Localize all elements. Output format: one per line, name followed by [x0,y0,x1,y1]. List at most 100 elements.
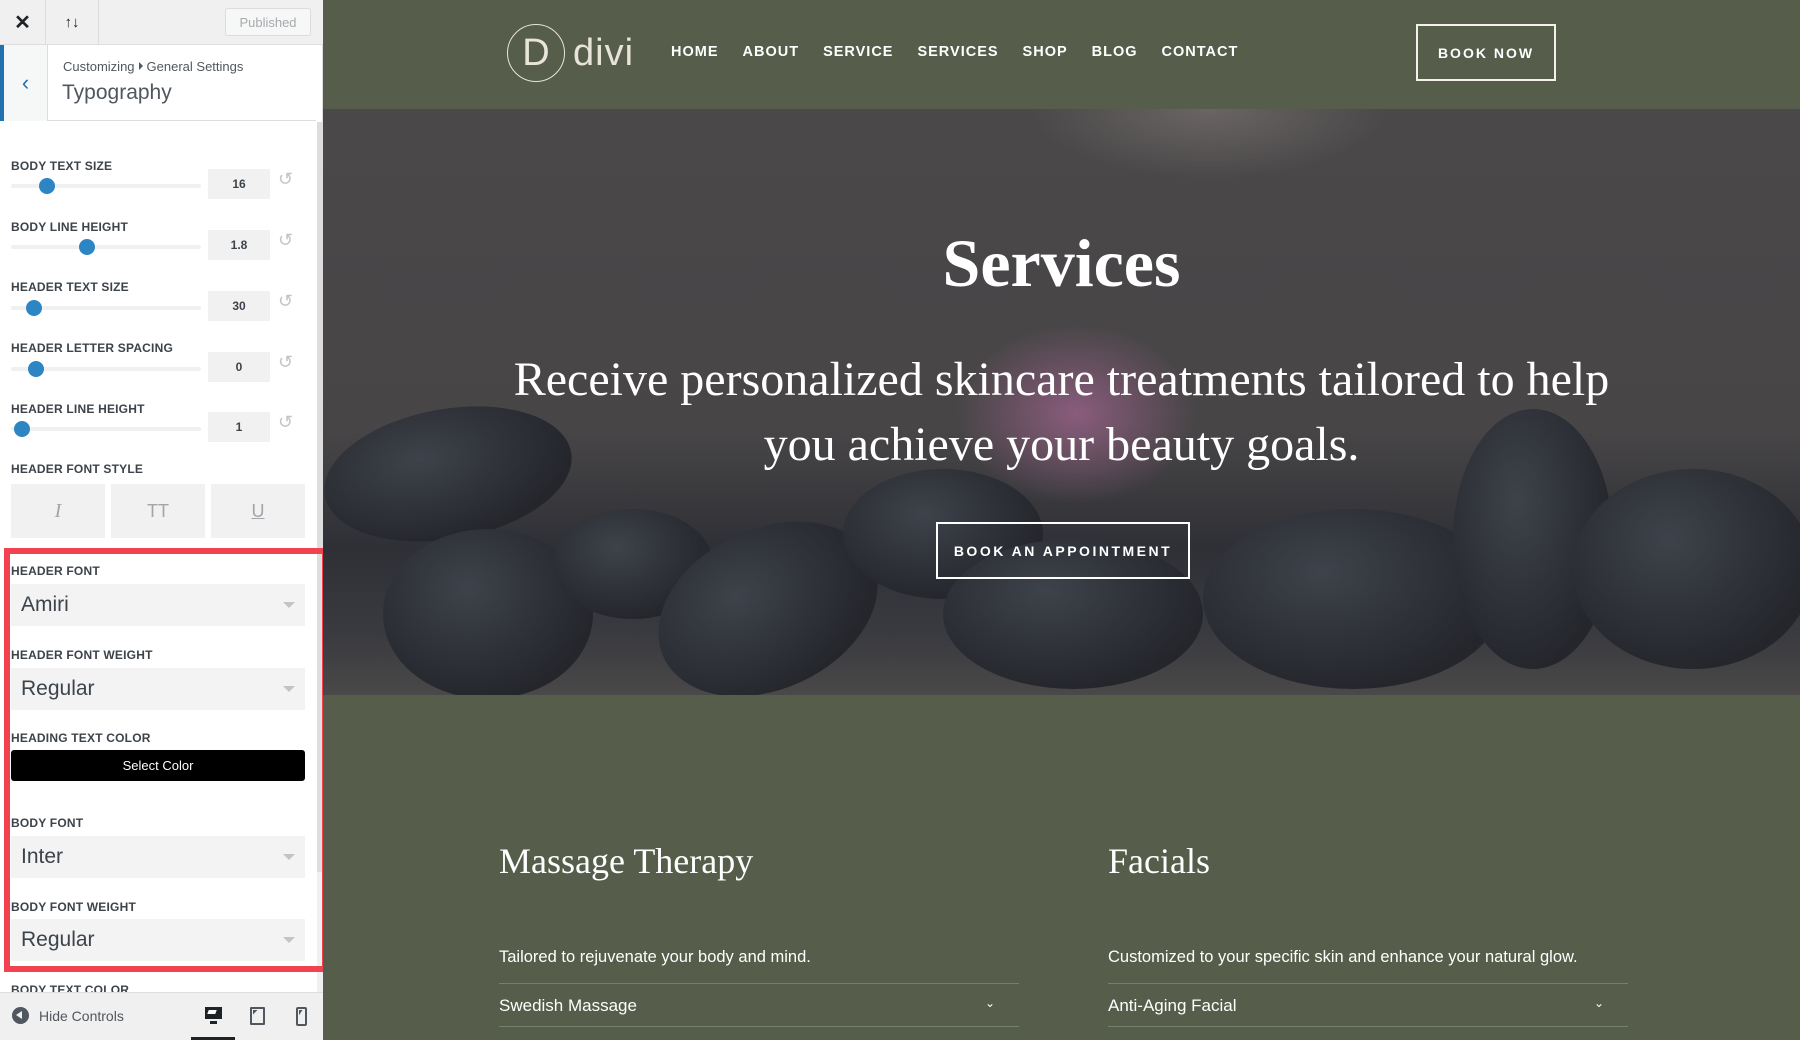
body-text-size-input[interactable]: 16 [208,169,270,199]
header-font-label: Header Font [11,564,100,578]
service-description: Tailored to rejuvenate your body and min… [499,948,811,966]
accordion-item-title: Swedish Massage [499,996,637,1015]
select-color-button[interactable]: Select Color [11,750,305,781]
slider-thumb[interactable] [14,421,31,437]
slider-thumb[interactable] [25,300,42,316]
italic-button[interactable]: I [11,484,105,538]
body-text-size-label: Body Text Size [11,159,113,173]
publish-button[interactable]: Published [225,8,311,36]
chevron-down-icon: ⌄ [984,996,995,1010]
header-font-weight-label: Header Font Weight [11,648,153,662]
body-font-label: Body Font [11,816,84,830]
section-title: Typography [62,81,172,104]
nav-contact[interactable]: CONTACT [1162,44,1239,60]
logo-text: divi [573,31,635,74]
preview-tablet-button[interactable] [235,1003,279,1040]
preview-mobile-button[interactable] [279,1003,323,1040]
header-font-select[interactable]: Amiri [11,584,305,626]
customizer-topbar: ✕ ↑↓ Published [0,0,323,45]
nav-blog[interactable]: BLOG [1092,44,1138,60]
uppercase-button[interactable]: TT [111,484,205,538]
site-preview: D divi HOME ABOUT SERVICE SERVICES SHOP … [323,0,1800,1040]
hero-section: Services Receive personalized skincare t… [323,109,1800,695]
controls-list: Body Text Size 16 ↺ Body Line Height 1.8… [0,122,316,992]
header-letter-spacing-input[interactable]: 0 [208,352,270,382]
slider-thumb[interactable] [79,239,95,255]
site-logo[interactable]: D divi [507,24,634,82]
header-font-weight-select[interactable]: Regular [11,668,305,710]
body-font-weight-value: Regular [21,928,95,951]
reset-icon[interactable]: ↺ [278,352,293,373]
tablet-icon [249,1007,265,1025]
header-font-style-label: Header Font Style [11,462,144,476]
services-section: Massage Therapy Tailored to rejuvenate y… [323,695,1800,1040]
hero-subtitle: Receive personalized skincare treatments… [513,353,1610,471]
preview-desktop-button[interactable] [191,1003,235,1040]
logo-mark: D [507,24,565,82]
customizer-panel: ✕ ↑↓ Published ‹ Customizing General Sett… [0,0,323,1040]
header-line-height-slider[interactable] [11,421,201,437]
reset-icon[interactable]: ↺ [278,230,293,251]
hide-controls-label: Hide Controls [39,1007,124,1024]
hide-controls-button[interactable]: Hide Controls [12,1007,124,1024]
header-text-size-slider[interactable] [11,300,201,316]
hero-title: Services [942,225,1181,301]
book-now-button[interactable]: BOOK NOW [1416,24,1556,81]
book-appointment-button[interactable]: BOOK AN APPOINTMENT [936,522,1190,579]
section-header: ‹ Customizing General Settings Typography [0,45,316,121]
main-nav: HOME ABOUT SERVICE SERVICES SHOP BLOG CO… [671,44,1238,60]
accordion-item-title: Anti-Aging Facial [1108,996,1237,1015]
breadcrumb: Customizing General Settings [63,59,243,74]
header-line-height-input[interactable]: 1 [208,412,270,442]
body-font-weight-label: Body Font Weight [11,900,136,914]
arrows-up-down-icon: ↑↓ [64,14,80,31]
caret-down-icon [283,937,295,943]
chevron-left-icon: ‹ [21,70,30,95]
collapse-icon [12,1007,29,1024]
font-style-buttons: I TT U [11,484,305,538]
reset-icon[interactable]: ↺ [278,169,293,190]
body-text-color-label: Body Text Color [11,983,130,992]
body-font-select[interactable]: Inter [11,836,305,878]
header-text-size-input[interactable]: 30 [208,291,270,321]
reset-icon[interactable]: ↺ [278,291,293,312]
uppercase-icon: TT [147,500,169,521]
caret-down-icon [283,686,295,692]
body-line-height-slider[interactable] [11,239,201,255]
nav-about[interactable]: ABOUT [743,44,800,60]
close-icon: ✕ [14,12,31,34]
reorder-sections-button[interactable]: ↑↓ [46,0,99,45]
nav-shop[interactable]: SHOP [1023,44,1068,60]
italic-icon: I [54,499,62,522]
service-title: Facials [1108,841,1210,881]
nav-services[interactable]: SERVICES [917,44,998,60]
caret-down-icon [283,854,295,860]
hero-background-image [1573,469,1800,669]
header-letter-spacing-slider[interactable] [11,361,201,377]
reset-icon[interactable]: ↺ [278,412,293,433]
caret-down-icon [283,602,295,608]
nav-home[interactable]: HOME [671,44,719,60]
body-line-height-input[interactable]: 1.8 [208,230,270,260]
accordion-item[interactable]: Swedish Massage ⌄ [499,983,1019,1027]
service-description: Customized to your specific skin and enh… [1108,948,1578,966]
service-title: Massage Therapy [499,841,754,881]
customizer-footer: Hide Controls [0,992,323,1040]
accordion-item[interactable]: Anti-Aging Facial ⌄ [1108,983,1628,1027]
slider-thumb[interactable] [39,178,56,194]
heading-text-color-label: Heading Text Color [11,731,151,745]
back-button[interactable]: ‹ [0,45,48,121]
desktop-icon [204,1007,222,1024]
site-header: D divi HOME ABOUT SERVICE SERVICES SHOP … [323,0,1800,109]
body-text-size-slider[interactable] [11,178,201,194]
underline-button[interactable]: U [211,484,305,538]
header-letter-spacing-label: Header Letter Spacing [11,341,173,355]
mobile-icon [295,1007,307,1026]
slider-thumb[interactable] [27,361,44,377]
body-font-value: Inter [21,845,64,868]
header-font-value: Amiri [21,593,69,616]
nav-service[interactable]: SERVICE [823,44,893,60]
close-customizer-button[interactable]: ✕ [0,0,46,45]
body-font-weight-select[interactable]: Regular [11,919,305,961]
header-line-height-label: Header Line Height [11,402,145,416]
